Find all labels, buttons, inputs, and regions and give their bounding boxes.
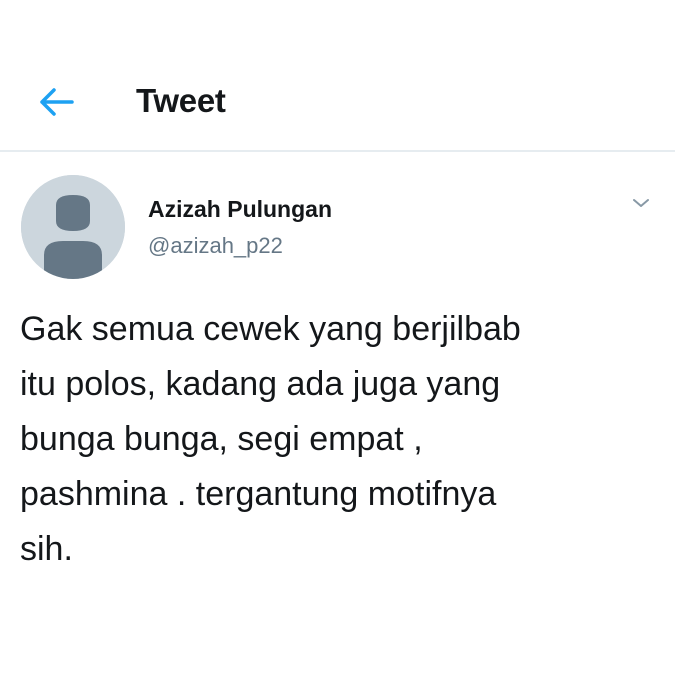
arrow-left-icon xyxy=(40,88,74,116)
avatar[interactable] xyxy=(21,175,125,279)
top-bar: Tweet xyxy=(0,0,675,152)
back-button[interactable] xyxy=(30,80,82,124)
tweet-text: Gak semua cewek yang berjilbab itu polos… xyxy=(20,310,521,568)
default-user-avatar-icon xyxy=(21,175,125,279)
chevron-down-icon xyxy=(633,199,649,207)
page-title: Tweet xyxy=(136,82,226,119)
tweet-screen: Tweet Azizah Pulungan @azizah_p22 Gak se… xyxy=(0,0,675,675)
author-handle[interactable]: @azizah_p22 xyxy=(148,233,283,259)
tweet-card: Azizah Pulungan @azizah_p22 Gak semua ce… xyxy=(0,154,675,675)
author-name[interactable]: Azizah Pulungan xyxy=(148,196,332,223)
tweet-menu-button[interactable] xyxy=(627,192,655,214)
